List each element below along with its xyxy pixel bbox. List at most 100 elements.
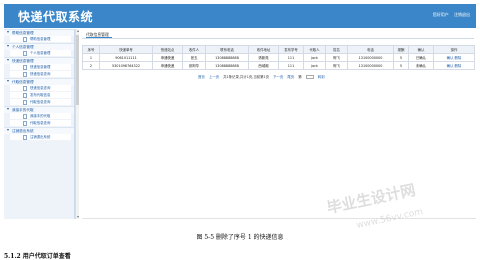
first-page-link[interactable]: 首页 xyxy=(198,75,205,79)
column-header: 确认 xyxy=(408,45,434,54)
figure-caption: 图 5-5 删除了序号 1 的快递信息 xyxy=(196,234,284,241)
table-cell: 13088888888 xyxy=(205,53,249,62)
document-icon xyxy=(23,100,27,105)
table-cell: 清新苑 xyxy=(248,53,279,62)
document-icon xyxy=(23,37,27,42)
chevron-down-icon xyxy=(7,45,9,47)
document-icon xyxy=(23,51,27,56)
chevron-down-icon xyxy=(7,80,9,82)
table-cell: 13100000000 xyxy=(347,53,394,62)
table-cell: 111 xyxy=(278,53,304,62)
table-cell: jack xyxy=(303,53,326,62)
chevron-down-icon xyxy=(7,108,9,110)
table-cell: 5301098764322 xyxy=(99,61,153,70)
sidebar-item[interactable]: 快递信息管理 xyxy=(10,64,71,71)
table-cell: 西域阁 xyxy=(248,61,279,70)
column-header: 快递站点 xyxy=(152,45,183,54)
page-number-input[interactable] xyxy=(305,75,314,79)
table-cell: 9061011111 xyxy=(99,53,153,62)
row-actions[interactable]: 确认 删除 xyxy=(433,61,475,70)
table-cell: 13100000000 xyxy=(347,61,394,70)
column-header: 代取人 xyxy=(303,45,326,54)
jump-label: 第 xyxy=(298,75,302,79)
go-button[interactable]: 转到 xyxy=(318,75,325,79)
table-cell: 未确认 xyxy=(408,61,434,70)
sidebar-item[interactable]: 快递信息查询 xyxy=(10,71,71,78)
column-header: 快递单号 xyxy=(99,45,153,54)
table-cell: 已确认 xyxy=(408,53,434,62)
screenshot: 快递代取系统 您好用户 注销退出 帮助信息管理 帮助信息管理 个人信息管理 个人… xyxy=(0,0,480,260)
table-cell: 2 xyxy=(82,61,100,70)
sidebar-item[interactable]: 快递信息查询 xyxy=(10,85,71,92)
logout-link[interactable]: 注销退出 xyxy=(454,12,470,17)
document-icon xyxy=(23,65,27,70)
sidebar-group-help[interactable]: 帮助信息管理 帮助信息管理 xyxy=(4,29,74,43)
sidebar-group-logout[interactable]: 注销退出系统 注销退出系统 xyxy=(4,127,74,141)
column-header: 联系电话 xyxy=(205,45,249,54)
sidebar-group-title[interactable]: 注销退出系统 xyxy=(4,127,74,134)
table-cell: 1 xyxy=(82,53,100,62)
table-header-row: 序号 快递单号 快递站点 收件人 联系电话 收件地址 发布学号 代取人 姓名 电… xyxy=(82,45,475,54)
section-heading: 5.1.2 用户代取订单查看 xyxy=(4,253,71,260)
header-user-link[interactable]: 您好用户 xyxy=(433,12,449,17)
column-header: 报酬 xyxy=(393,45,409,54)
column-header: 收件人 xyxy=(182,45,206,54)
chevron-down-icon xyxy=(7,129,9,131)
document-icon xyxy=(23,114,27,119)
prev-page-link[interactable]: 上一页 xyxy=(209,75,219,79)
sidebar-group-title[interactable]: 我接手的代取 xyxy=(4,106,74,113)
sidebar-item[interactable]: 帮助信息管理 xyxy=(10,36,71,43)
chevron-down-icon xyxy=(7,31,9,33)
column-header: 电话 xyxy=(347,45,394,54)
table-cell: 5 xyxy=(393,53,409,62)
sidebar-group-title[interactable]: 帮助信息管理 xyxy=(4,29,74,36)
sidebar-group-title[interactable]: 代取信息管理 xyxy=(4,78,74,85)
column-header: 发布学号 xyxy=(278,45,304,54)
sidebar-item[interactable]: 注销退出系统 xyxy=(10,134,71,141)
document-icon xyxy=(23,93,27,98)
sidebar-item[interactable]: 个人信息管理 xyxy=(10,50,71,57)
table-cell: 张五 xyxy=(182,53,206,62)
header-links: 您好用户 注销退出 xyxy=(429,12,470,18)
row-actions[interactable]: 确认 删除 xyxy=(433,53,475,62)
document-icon xyxy=(23,135,27,140)
sidebar-group-pickup[interactable]: 代取信息管理 快递信息查询 发布代取信息 代取信息查询 xyxy=(4,78,74,106)
table-row: 1 9061011111 申通快递 张五 13088888888 清新苑 111… xyxy=(82,53,475,62)
sidebar-scrollbar[interactable] xyxy=(75,29,79,219)
table-cell: jack xyxy=(303,61,326,70)
table-cell: 5 xyxy=(393,61,409,70)
table-cell: 13088888888 xyxy=(205,61,249,70)
sidebar-group-parcels[interactable]: 快递信息管理 快递信息管理 快递信息查询 xyxy=(4,57,74,78)
sidebar-group-accepted[interactable]: 我接手的代取 我接手的代取 代取信息查询 xyxy=(4,106,74,127)
app-title: 快递代取系统 xyxy=(18,10,94,24)
table-cell: 张阿华 xyxy=(182,61,206,70)
scroll-down-icon[interactable] xyxy=(76,216,79,218)
watermark-url: www.56vv.com xyxy=(355,207,424,231)
column-header: 序号 xyxy=(82,45,100,54)
sidebar: 帮助信息管理 帮助信息管理 个人信息管理 个人信息管理 快递信息管理 快递信息管… xyxy=(4,29,75,219)
scrollbar-thumb[interactable] xyxy=(76,35,79,105)
document-icon xyxy=(23,86,27,91)
table-cell: 阿飞 xyxy=(325,61,348,70)
table-cell: 申通快递 xyxy=(152,53,183,62)
sidebar-group-title[interactable]: 个人信息管理 xyxy=(4,43,74,50)
sidebar-item[interactable]: 发布代取信息 xyxy=(10,92,71,99)
pagination: 首页 上一页 共1条记录,共计1页,当前第1页 下一页 尾页 第 转到 xyxy=(198,74,328,79)
table-cell: 阿飞 xyxy=(325,53,348,62)
column-header: 收件地址 xyxy=(248,45,279,54)
last-page-link[interactable]: 尾页 xyxy=(287,75,294,79)
sidebar-item[interactable]: 代取信息查询 xyxy=(10,99,71,106)
scroll-up-icon[interactable] xyxy=(76,30,79,32)
sidebar-group-profile[interactable]: 个人信息管理 个人信息管理 xyxy=(4,43,74,57)
app-header: 快递代取系统 您好用户 注销退出 xyxy=(4,4,476,28)
sidebar-item[interactable]: 我接手的代取 xyxy=(10,113,71,120)
sidebar-item[interactable]: 代取信息查询 xyxy=(10,120,71,127)
table-cell: 申通快递 xyxy=(152,61,183,70)
pickup-table: 序号 快递单号 快递站点 收件人 联系电话 收件地址 发布学号 代取人 姓名 电… xyxy=(82,45,475,70)
next-page-link[interactable]: 下一页 xyxy=(273,75,283,79)
chevron-down-icon xyxy=(7,59,9,61)
tab-divider xyxy=(82,38,474,39)
sidebar-group-title[interactable]: 快递信息管理 xyxy=(4,57,74,64)
document-icon xyxy=(23,121,27,126)
table-cell: 111 xyxy=(278,61,304,70)
